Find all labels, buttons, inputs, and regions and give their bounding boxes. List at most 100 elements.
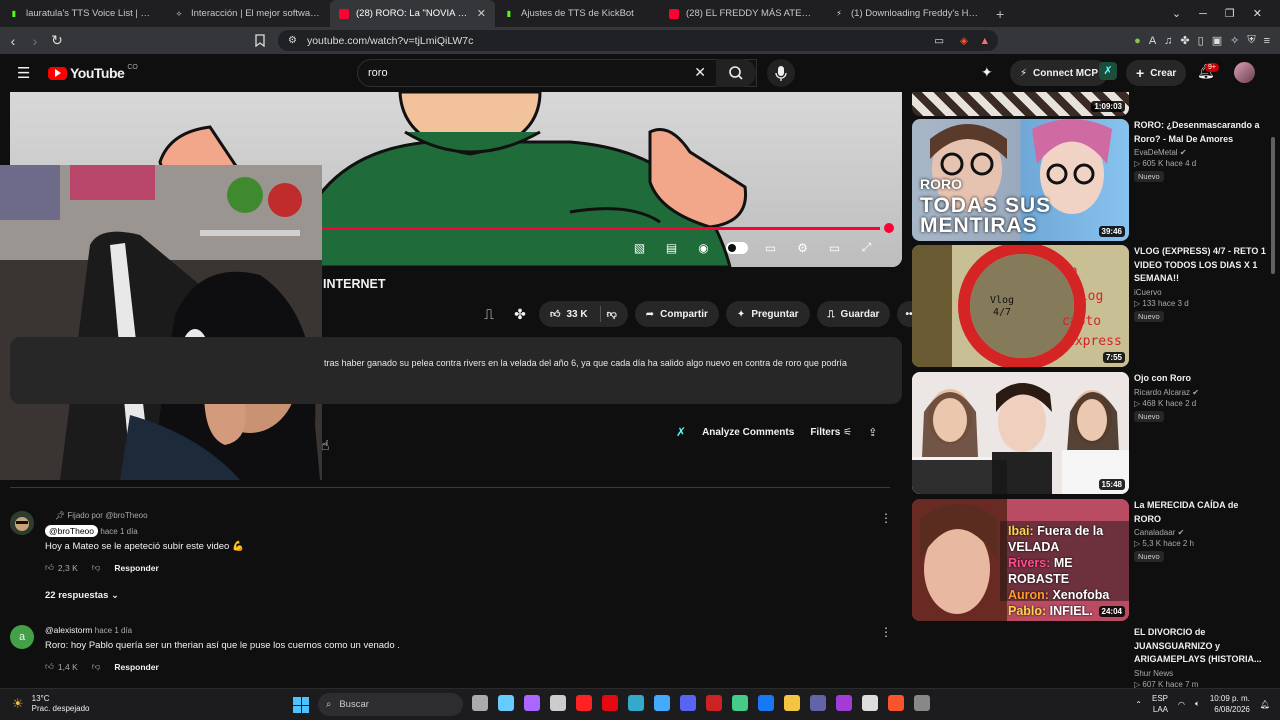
connect-mcp-button[interactable]: ⚡ Connect MCP bbox=[1010, 60, 1109, 86]
recommendation-item[interactable]: RORO TODAS SUS MENTIRAS 39:46 RORO: ¿Des… bbox=[912, 119, 1267, 241]
bookmark-icon-svg[interactable] bbox=[255, 34, 265, 47]
recommendation-title[interactable]: La MERECIDA CAÍDA de RORO bbox=[1134, 499, 1267, 526]
browser-tab[interactable]: (28) EL FREDDY MÁS ATERRADOR EN bbox=[660, 0, 825, 27]
comment-menu-icon[interactable]: ⋮ bbox=[880, 511, 892, 525]
minimize-icon[interactable]: ─ bbox=[1199, 8, 1207, 20]
avatar[interactable] bbox=[1234, 62, 1255, 83]
comment-like-icon[interactable]: 👍︎ bbox=[45, 661, 54, 672]
guide-menu-icon[interactable]: ☰ bbox=[17, 64, 30, 82]
teams-icon[interactable] bbox=[810, 695, 826, 711]
youtube-app-icon[interactable] bbox=[576, 695, 592, 711]
progress-scrubber[interactable] bbox=[884, 223, 894, 233]
copilot-icon[interactable] bbox=[524, 695, 540, 711]
youtube-logo[interactable]: YouTube CO bbox=[48, 64, 138, 81]
video-thumbnail[interactable]: Un Vlog caoto express Vlog 4/7 7:55 bbox=[912, 245, 1129, 367]
voice-search-button[interactable] bbox=[767, 59, 795, 87]
volume-icon[interactable]: 🔈︎ bbox=[1195, 699, 1200, 709]
brave-rewards-icon[interactable]: ▲ bbox=[980, 35, 990, 47]
screenshot-icon[interactable]: ◉ bbox=[694, 238, 713, 257]
export-icon[interactable]: ⇪ bbox=[868, 426, 877, 439]
comment-author[interactable]: @broTheoo bbox=[45, 525, 99, 537]
extension-logo-icon[interactable]: ✗ bbox=[1099, 62, 1117, 80]
thumbs-down-icon[interactable]: 👎︎ bbox=[607, 308, 617, 320]
comment-menu-icon[interactable]: ⋮ bbox=[880, 625, 892, 639]
browser-tab[interactable]: ▮ lauratula's TTS Voice List | KickBot bbox=[0, 0, 165, 27]
video-thumbnail[interactable]: 15:48 bbox=[912, 372, 1129, 494]
language-indicator[interactable]: ESP LAA bbox=[1152, 693, 1168, 715]
discord-icon[interactable] bbox=[680, 695, 696, 711]
url-field[interactable]: ⚙ youtube.com/watch?v=tjLmiQiLW7c ▭ ◈ ▲ bbox=[278, 30, 998, 51]
wallet-icon[interactable]: ▣ bbox=[1212, 34, 1222, 47]
ai-extension-icon[interactable]: ✦ bbox=[981, 64, 993, 81]
comment-avatar[interactable]: a bbox=[10, 625, 34, 649]
reply-button[interactable]: Responder bbox=[114, 563, 158, 573]
obs-icon[interactable] bbox=[914, 695, 930, 711]
comment-dislike-icon[interactable]: 👎︎ bbox=[92, 562, 101, 573]
weather-widget[interactable]: ☀ 13°C Prac. despejado bbox=[12, 694, 89, 714]
recommendation-item[interactable]: 1:09:03 bbox=[912, 92, 1267, 116]
forward-icon[interactable]: › bbox=[24, 33, 46, 49]
tab-search-icon[interactable]: ⌄ bbox=[1172, 7, 1181, 20]
sidebar-icon[interactable]: ▯ bbox=[1198, 34, 1204, 47]
onenote-icon[interactable] bbox=[836, 695, 852, 711]
video-thumbnail[interactable]: 1:09:03 bbox=[912, 92, 1129, 116]
save-button[interactable]: ⎍ Guardar bbox=[816, 301, 891, 327]
brave-icon[interactable] bbox=[888, 695, 904, 711]
store-icon[interactable] bbox=[550, 695, 566, 711]
video-thumbnail[interactable]: Ibai: Fuera de la VELADA Rivers: ME ROBAS… bbox=[912, 499, 1129, 621]
leo-icon[interactable]: ✧ bbox=[1230, 34, 1239, 47]
start-button[interactable] bbox=[293, 697, 309, 713]
extension-a-icon[interactable]: A bbox=[1149, 35, 1156, 47]
ai-sparkle-icon[interactable]: ✤ bbox=[508, 306, 532, 323]
notification-bell-icon[interactable]: 🔔︎ bbox=[1260, 700, 1270, 709]
comment-like-icon[interactable]: 👍︎ bbox=[45, 562, 54, 573]
file-explorer-icon[interactable] bbox=[472, 695, 488, 711]
channel-name[interactable]: EvaDeMetal ✔ bbox=[1134, 148, 1267, 157]
cast-icon[interactable]: ▭ bbox=[934, 35, 944, 47]
close-tab-icon[interactable]: ✕ bbox=[477, 7, 486, 20]
comment-dislike-icon[interactable]: 👎︎ bbox=[92, 661, 101, 672]
search-button[interactable] bbox=[716, 59, 756, 87]
pen-icon[interactable] bbox=[498, 695, 514, 711]
site-info-icon[interactable]: ⚙ bbox=[288, 35, 297, 46]
comment-author[interactable]: @alexistorm bbox=[45, 625, 92, 635]
recommendation-item[interactable]: Ibai: Fuera de la VELADA Rivers: ME ROBAS… bbox=[912, 499, 1267, 621]
autoplay-toggle[interactable] bbox=[726, 241, 748, 254]
picture-icon[interactable]: ▧ bbox=[630, 238, 649, 257]
browser-tab[interactable]: ▮ Ajustes de TTS de KickBot bbox=[495, 0, 660, 27]
close-window-icon[interactable]: ✕ bbox=[1253, 7, 1262, 20]
channel-name[interactable]: iCuervo bbox=[1134, 288, 1267, 297]
browser-tab[interactable]: (28) RORO: La "NOVIA PERFECTA ✕ bbox=[330, 0, 495, 27]
channel-name[interactable]: Ricardo Alcaraz ✔ bbox=[1134, 388, 1267, 397]
mail-icon[interactable] bbox=[654, 695, 670, 711]
browser-tab[interactable]: ⚡ (1) Downloading Freddy's HappyLand bbox=[825, 0, 990, 27]
share-button[interactable]: ➦ Compartir bbox=[634, 301, 719, 327]
video-description[interactable]: tras haber ganado su pelea contra rivers… bbox=[10, 337, 902, 404]
reload-icon[interactable]: ↻ bbox=[46, 32, 68, 49]
create-button[interactable]: + Crear bbox=[1126, 60, 1187, 86]
filters-button[interactable]: Filters ⚟ bbox=[810, 427, 852, 438]
taskbar-search[interactable]: ⌕ Buscar bbox=[318, 693, 463, 716]
fullscreen-icon[interactable]: ⤢ bbox=[857, 238, 876, 257]
clock[interactable]: 10:09 p. m. 6/08/2026 bbox=[1210, 693, 1250, 715]
page-scrollbar[interactable] bbox=[1271, 137, 1275, 274]
chrome-icon[interactable] bbox=[732, 695, 748, 711]
facebook-icon[interactable] bbox=[758, 695, 774, 711]
wifi-icon[interactable]: ◠ bbox=[1178, 700, 1185, 709]
replies-toggle[interactable]: 22 respuestas ⌄ bbox=[45, 590, 845, 601]
recommendation-title[interactable]: Ojo con Roro bbox=[1134, 372, 1267, 386]
video-thumbnail[interactable]: RORO TODAS SUS MENTIRAS 39:46 bbox=[912, 119, 1129, 241]
video-progress-bar[interactable] bbox=[312, 227, 880, 230]
theater-mode-icon[interactable]: ▭ bbox=[825, 238, 844, 257]
analyze-comments-button[interactable]: Analyze Comments bbox=[702, 427, 794, 438]
comment-time[interactable]: hace 1 día bbox=[100, 527, 137, 536]
menu-icon[interactable]: ≡ bbox=[1264, 35, 1270, 47]
save-bookmark-icon[interactable]: ⎍ bbox=[477, 306, 501, 323]
brave-shield-icon[interactable]: ◈ bbox=[960, 35, 968, 47]
browser-tab[interactable]: ⟡ Interacción | El mejor software para p bbox=[165, 0, 330, 27]
vpn-icon[interactable]: ⛨ bbox=[1247, 34, 1255, 47]
clear-search-icon[interactable]: ✕ bbox=[694, 64, 706, 81]
folder-icon[interactable] bbox=[784, 695, 800, 711]
extension-color-icon[interactable]: ● bbox=[1134, 35, 1141, 47]
settings-icon[interactable]: ⚙ bbox=[793, 238, 812, 257]
